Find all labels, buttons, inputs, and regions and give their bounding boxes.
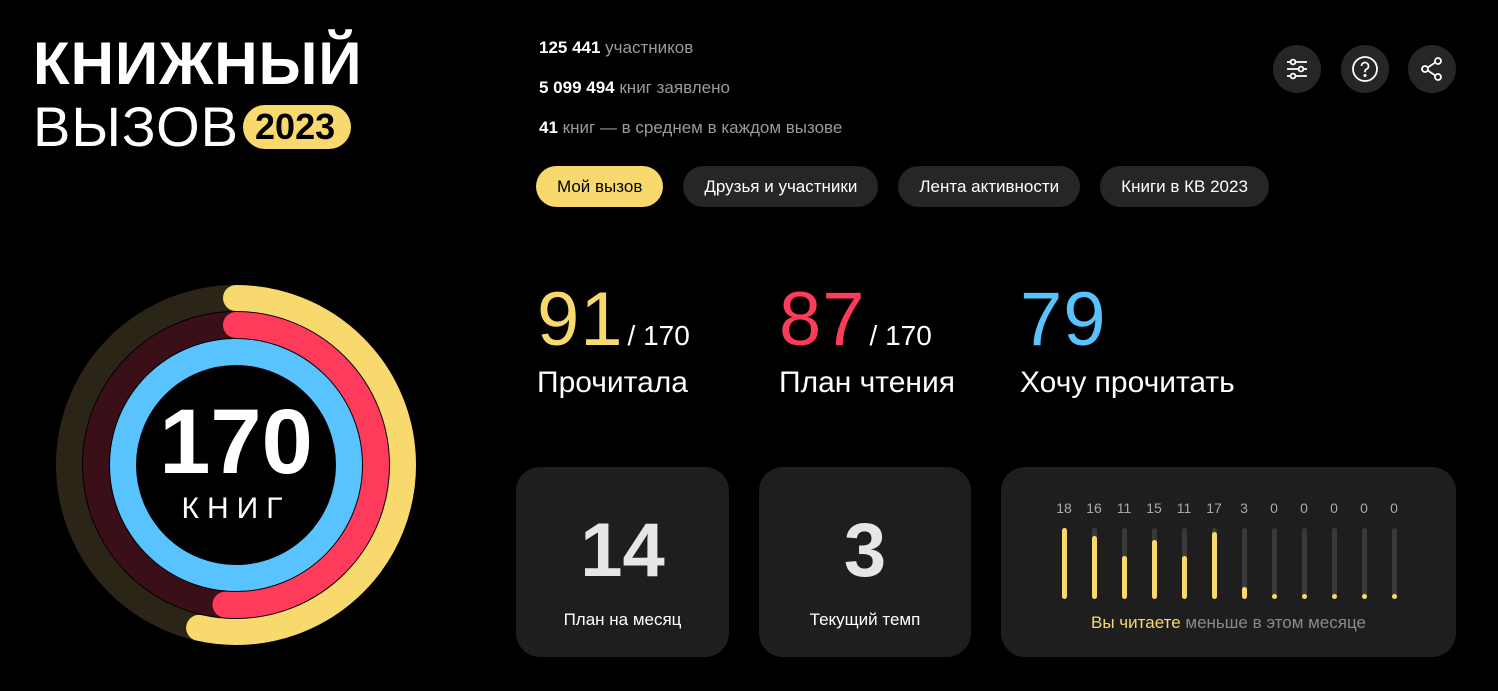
- monthly-plan-card: 14 План на месяц: [516, 467, 729, 657]
- month-bar-track: [1211, 528, 1217, 599]
- app-logo: КНИЖНЫЙ ВЫЗОВ 2023: [33, 34, 363, 156]
- month-bar-track: [1331, 528, 1337, 599]
- month-bar-track: [1121, 528, 1127, 599]
- help-icon: [1352, 56, 1378, 82]
- share-icon: [1421, 57, 1442, 81]
- metric-plan: 87/ 170 План чтения: [779, 280, 955, 400]
- metric-plan-total: / 170: [869, 320, 932, 351]
- month-bar-track: [1181, 528, 1187, 599]
- share-button[interactable]: [1408, 45, 1456, 93]
- monthly-note: Вы читаете меньше в этом месяце: [1091, 613, 1366, 632]
- logo-year-badge: 2023: [243, 105, 352, 149]
- month-bar: 11: [1169, 500, 1199, 599]
- month-bar-count: 0: [1390, 500, 1398, 516]
- current-pace-card: 3 Текущий темп: [759, 467, 971, 657]
- month-bar-track: [1301, 528, 1307, 599]
- main-tabs: Мой вызов Друзья и участники Лента актив…: [536, 166, 1269, 207]
- month-bar: 16: [1079, 500, 1109, 599]
- month-bar-fill: [1331, 594, 1337, 599]
- month-bar-count: 18: [1056, 500, 1072, 516]
- month-bar-fill: [1061, 528, 1067, 599]
- goal-number: 170: [159, 391, 313, 493]
- tab-challenge-books[interactable]: Книги в КВ 2023: [1100, 166, 1269, 207]
- month-bar-count: 11: [1176, 500, 1192, 516]
- month-bar-track: [1061, 528, 1067, 599]
- stat-participants: 125 441 участников: [539, 38, 694, 57]
- month-bar-fill: [1391, 594, 1397, 599]
- monthly-plan-label: План на месяц: [563, 610, 682, 629]
- filter-settings-button[interactable]: [1273, 45, 1321, 93]
- month-bar-count: 0: [1300, 500, 1308, 516]
- month-bar: 17: [1199, 500, 1229, 599]
- month-bar-track: [1241, 528, 1247, 599]
- tab-activity-feed[interactable]: Лента активности: [898, 166, 1081, 207]
- month-bar-count: 16: [1086, 500, 1102, 516]
- metric-plan-value: 87: [779, 277, 866, 362]
- month-bar-fill: [1271, 594, 1277, 599]
- month-bar-track: [1151, 528, 1157, 599]
- current-pace-label: Текущий темп: [809, 610, 921, 629]
- month-bar-count: 17: [1206, 500, 1222, 516]
- metric-plan-label: План чтения: [779, 366, 955, 399]
- month-bar-count: 3: [1240, 500, 1248, 516]
- month-bar: 0: [1319, 500, 1349, 599]
- month-bar-track: [1361, 528, 1367, 599]
- month-bar-fill: [1121, 556, 1127, 599]
- month-bar: 0: [1259, 500, 1289, 599]
- tab-friends[interactable]: Друзья и участники: [683, 166, 879, 207]
- metric-read-label: Прочитала: [537, 366, 688, 399]
- stat-books-declared: 5 099 494 книг заявлено: [539, 78, 730, 97]
- month-bar-count: 0: [1270, 500, 1278, 516]
- month-bar: 0: [1379, 500, 1409, 599]
- stat-average-books: 41 книг — в среднем в каждом вызове: [539, 118, 843, 137]
- filter-settings-icon: [1287, 58, 1307, 80]
- month-bar-track: [1271, 528, 1277, 599]
- month-bar-fill: [1211, 532, 1217, 599]
- month-bar-count: 11: [1116, 500, 1132, 516]
- monthly-plan-value: 14: [580, 508, 665, 593]
- progress-rings: 170 КНИГ: [54, 283, 418, 647]
- month-bar: 3: [1229, 500, 1259, 599]
- month-bar: 0: [1349, 500, 1379, 599]
- month-bar-fill: [1301, 594, 1307, 599]
- help-button[interactable]: [1341, 45, 1389, 93]
- logo-title-line2: ВЫЗОВ: [33, 95, 240, 158]
- monthly-bars: 18 16 11 15 11 17 3 0 0 0 0 0: [1049, 500, 1409, 599]
- month-bar: 0: [1289, 500, 1319, 599]
- month-bar-count: 15: [1146, 500, 1162, 516]
- current-pace-value: 3: [843, 508, 887, 593]
- month-bar-fill: [1181, 556, 1187, 599]
- month-bar-track: [1091, 528, 1097, 599]
- month-bar-fill: [1241, 587, 1247, 599]
- month-bar-fill: [1091, 536, 1097, 599]
- logo-title-line1: КНИЖНЫЙ: [33, 30, 363, 97]
- month-bar: 15: [1139, 500, 1169, 599]
- metric-read-value: 91: [537, 277, 624, 362]
- month-bar-count: 0: [1330, 500, 1338, 516]
- month-bar-fill: [1361, 594, 1367, 599]
- metric-want[interactable]: 79 Хочу прочитать: [1020, 280, 1235, 400]
- metric-read-total: / 170: [627, 320, 690, 351]
- tab-my-challenge[interactable]: Мой вызов: [536, 166, 664, 207]
- global-stats: 125 441 участников 5 099 494 книг заявле…: [539, 38, 842, 158]
- month-bar-count: 0: [1360, 500, 1368, 516]
- goal-unit: КНИГ: [181, 492, 291, 525]
- month-bar-fill: [1151, 540, 1157, 599]
- month-bar: 18: [1049, 500, 1079, 599]
- month-bar: 11: [1109, 500, 1139, 599]
- metric-read: 91/ 170 Прочитала: [537, 280, 690, 400]
- month-bar-track: [1391, 528, 1397, 599]
- metric-want-label: Хочу прочитать: [1020, 366, 1235, 399]
- metric-want-value: 79: [1020, 277, 1107, 362]
